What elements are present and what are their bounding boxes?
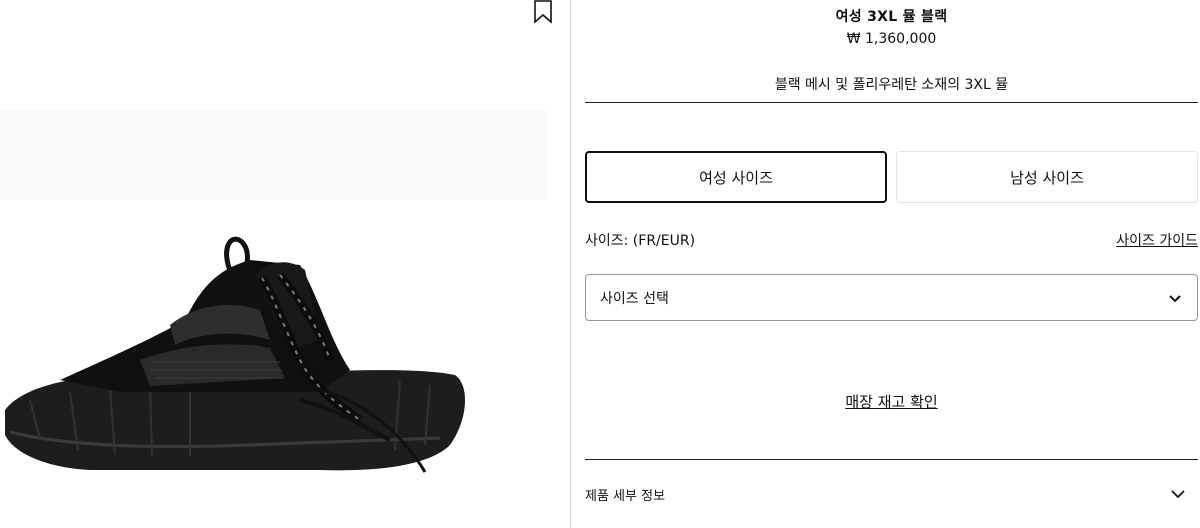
size-select-value: 사이즈 선택 — [600, 290, 669, 307]
product-image — [0, 100, 550, 500]
size-guide-link[interactable]: 사이즈 가이드 — [1116, 230, 1198, 250]
check-store-stock-link[interactable]: 매장 재고 확인 — [585, 391, 1198, 412]
product-image-panel — [0, 0, 570, 528]
tab-men-size-label: 남성 사이즈 — [1010, 168, 1084, 187]
tab-women-size[interactable]: 여성 사이즈 — [585, 151, 887, 203]
chevron-down-icon[interactable] — [1170, 486, 1186, 502]
product-title: 여성 3XL 뮬 블랙 — [835, 9, 948, 25]
tab-men-size[interactable]: 남성 사이즈 — [896, 151, 1198, 203]
pane-divider — [570, 0, 571, 528]
product-info-panel: 여성 3XL 뮬 블랙 ₩ 1,360,000 블랙 메시 및 폴리우레탄 소재… — [585, 0, 1198, 528]
bookmark-icon[interactable] — [532, 0, 554, 24]
divider — [585, 459, 1198, 460]
divider — [585, 102, 1198, 103]
chevron-down-icon — [1169, 295, 1181, 303]
size-system-label: 사이즈: (FR/EUR) — [585, 233, 696, 249]
product-description: 블랙 메시 및 폴리우레탄 소재의 3XL 뮬 — [774, 77, 1009, 93]
size-select-dropdown[interactable]: 사이즈 선택 — [585, 274, 1198, 321]
product-price: ₩ 1,360,000 — [846, 31, 937, 47]
tab-women-size-label: 여성 사이즈 — [699, 168, 773, 187]
product-details-label[interactable]: 제품 세부 정보 — [585, 485, 665, 504]
